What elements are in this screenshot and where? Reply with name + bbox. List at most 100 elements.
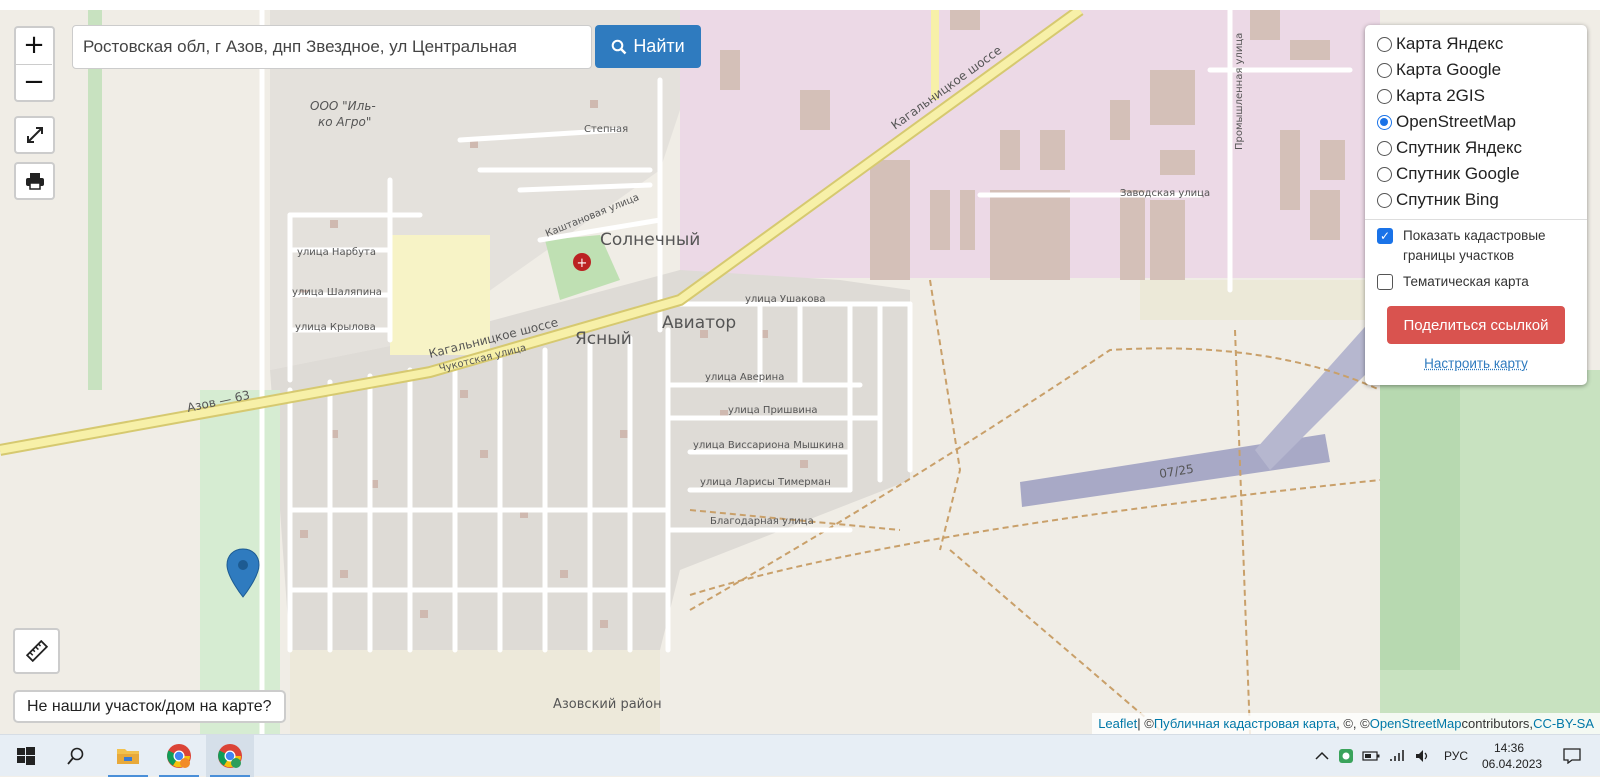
location-marker-icon[interactable] [226, 548, 260, 598]
highway-label-2: Кагальницкое шоссе [889, 43, 1005, 132]
share-link-button[interactable]: Поделиться ссылкой [1387, 306, 1565, 344]
attribution-text: contributors, [1462, 716, 1534, 731]
battery-button[interactable] [1358, 735, 1384, 777]
wifi-icon [1389, 749, 1405, 763]
notification-icon [1563, 748, 1581, 764]
divider [1365, 219, 1587, 220]
layer-label: Спутник Bing [1396, 190, 1499, 210]
map-labels: Солнечный Ясный Авиатор Кагальницкое шос… [0, 10, 1600, 734]
chevron-up-icon [1315, 751, 1329, 761]
radio-button[interactable] [1377, 167, 1392, 182]
cadastral-link[interactable]: Публичная кадастровая карта [1154, 716, 1336, 731]
fullscreen-button[interactable] [14, 116, 55, 154]
layer-label: Карта Google [1396, 60, 1501, 80]
speaker-icon [1415, 749, 1431, 763]
layer-label: OpenStreetMap [1396, 112, 1516, 132]
taskbar-search-button[interactable] [52, 735, 100, 777]
printer-icon [25, 172, 45, 190]
checkbox-checked[interactable]: ✓ [1377, 228, 1393, 244]
radio-button[interactable] [1377, 193, 1392, 208]
street-label: Промышленная улица [1234, 33, 1245, 150]
road-ref-label: Азов — 63 [186, 388, 251, 415]
layer-label: Карта Яндекс [1396, 34, 1503, 54]
street-label: улица Аверина [705, 372, 784, 383]
layers-panel: Карта Яндекс Карта Google Карта 2GIS Ope… [1365, 25, 1587, 385]
language-indicator[interactable]: РУС [1444, 749, 1468, 763]
street-label: улица Пришвина [728, 405, 818, 416]
street-label: Заводская улица [1120, 188, 1210, 199]
radio-button[interactable] [1377, 63, 1392, 78]
clock-time[interactable]: 14:36 [1494, 741, 1524, 755]
layer-option[interactable]: Карта Яндекс [1377, 31, 1575, 57]
tray-app-icon [1338, 748, 1354, 764]
layer-label: Карта 2GIS [1396, 86, 1485, 106]
street-label: улица Крылова [295, 322, 376, 333]
thematic-toggle[interactable]: Тематическая карта [1377, 272, 1575, 292]
file-explorer-button[interactable] [104, 735, 152, 777]
attribution-text: , ©, © [1336, 716, 1370, 731]
layer-option[interactable]: Карта Google [1377, 57, 1575, 83]
company-label: ООО "Иль- [310, 99, 376, 113]
license-link[interactable]: CC-BY-SA [1533, 716, 1594, 731]
zoom-in-button[interactable]: + [16, 28, 52, 64]
fullscreen-icon [26, 126, 44, 144]
battery-icon [1362, 751, 1380, 761]
not-found-button[interactable]: Не нашли участок/дом на карте? [13, 690, 286, 723]
print-button[interactable] [14, 162, 55, 200]
runway-label: 07/25 [1158, 462, 1194, 481]
layer-label: Спутник Яндекс [1396, 138, 1522, 158]
browser-top-strip [0, 0, 1600, 10]
leaflet-link[interactable]: Leaflet [1098, 716, 1137, 731]
start-button[interactable] [2, 735, 50, 777]
place-solnechny: Солнечный [600, 230, 700, 250]
radio-button[interactable] [1377, 89, 1392, 104]
search-icon [67, 747, 85, 765]
osm-link[interactable]: OpenStreetMap [1370, 716, 1462, 731]
attribution-bar: Leaflet | © Публичная кадастровая карта … [1092, 713, 1600, 734]
street-label: улица Шаляпина [292, 287, 382, 298]
folder-icon [116, 746, 140, 766]
search-icon [611, 39, 627, 55]
radio-button-selected[interactable] [1377, 115, 1392, 130]
map-canvas[interactable]: + Солнечный Ясный Авиатор Кагальницкое ш… [0, 10, 1600, 734]
address-search-input[interactable]: Ростовская обл, г Азов, днп Звездное, ул… [72, 25, 592, 69]
tray-app-button[interactable] [1334, 735, 1358, 777]
measure-button[interactable] [13, 628, 60, 674]
attribution-text: | © [1137, 716, 1154, 731]
ruler-icon [26, 640, 48, 662]
chrome-icon [166, 743, 192, 769]
cadastral-toggle[interactable]: ✓ Показать кадастровые границы участков [1377, 226, 1575, 266]
street-label: улица Ушакова [745, 294, 825, 305]
layer-option[interactable]: Спутник Google [1377, 161, 1575, 187]
street-label: Степная [584, 124, 628, 135]
search-button-label: Найти [633, 36, 684, 57]
layer-option[interactable]: Спутник Bing [1377, 187, 1575, 213]
chrome-icon [217, 743, 243, 769]
checkbox[interactable] [1377, 274, 1393, 290]
layer-label: Спутник Google [1396, 164, 1520, 184]
place-aviator: Авиатор [662, 313, 736, 333]
search-button[interactable]: Найти [595, 25, 701, 68]
street-label: Благодарная улица [710, 516, 814, 527]
chrome-button-1[interactable] [155, 735, 203, 777]
show-hidden-icons-button[interactable] [1310, 735, 1334, 777]
street-label: улица Виссариона Мышкина [693, 440, 844, 451]
cadastral-label: Показать кадастровые границы участков [1403, 226, 1575, 266]
layer-option[interactable]: OpenStreetMap [1377, 109, 1575, 135]
volume-button[interactable] [1410, 735, 1436, 777]
layer-option[interactable]: Спутник Яндекс [1377, 135, 1575, 161]
search-input-value: Ростовская обл, г Азов, днп Звездное, ул… [83, 37, 517, 57]
street-label: улица Нарбута [297, 247, 376, 258]
configure-map-link[interactable]: Настроить карту [1377, 356, 1575, 371]
radio-button[interactable] [1377, 37, 1392, 52]
network-button[interactable] [1384, 735, 1410, 777]
notifications-button[interactable] [1552, 735, 1592, 777]
clock-date[interactable]: 06.04.2023 [1482, 757, 1542, 771]
chrome-button-2[interactable] [206, 735, 254, 777]
zoom-control: + − [14, 26, 55, 102]
zoom-out-button[interactable]: − [16, 64, 52, 100]
street-label: улица Ларисы Тимерман [700, 477, 831, 488]
radio-button[interactable] [1377, 141, 1392, 156]
company-label-2: ко Агро" [318, 115, 371, 129]
layer-option[interactable]: Карта 2GIS [1377, 83, 1575, 109]
